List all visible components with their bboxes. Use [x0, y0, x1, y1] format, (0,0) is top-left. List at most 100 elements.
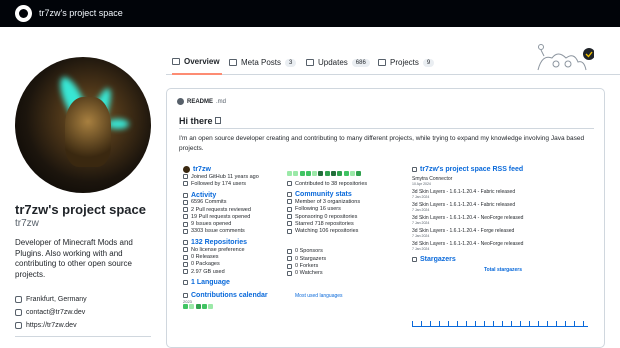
calendar-title: Contributions calendar: [191, 292, 268, 300]
reviews-text: 2 Pull requests reviewed: [191, 206, 251, 213]
table-icon: [229, 59, 237, 66]
code-icon: [183, 280, 188, 286]
mail-icon: [15, 309, 22, 316]
issues-text: 9 Issues opened: [191, 221, 232, 228]
stats-user-name[interactable]: tr7zw: [193, 166, 211, 173]
heart-icon: [287, 248, 292, 254]
activity-row: 6596 Commits: [183, 199, 298, 206]
tab-projects[interactable]: Projects 9: [378, 50, 435, 75]
languages-caption: Most used languages: [295, 292, 343, 299]
calendar-icon: [183, 293, 188, 299]
rss-item[interactable]: 3d Skin Layers - 1.6.1-1.20.4 - Fabric r…: [412, 202, 597, 212]
website-text[interactable]: https://tr7zw.dev: [26, 322, 77, 329]
activity-row: 3303 Issue comments: [183, 228, 298, 235]
rss-item-date: 7 Jan 2024: [412, 208, 430, 212]
rss-item-date: 7 Jan 2024: [412, 234, 430, 238]
tag-icon: [183, 254, 188, 260]
repo-row: 0 Releases: [183, 253, 298, 260]
tab-overview-label: Overview: [184, 57, 220, 66]
site-title[interactable]: tr7zw's project space: [39, 8, 123, 18]
table-icon: [306, 59, 314, 66]
community-row: Starred 718 repositories: [287, 220, 407, 227]
readme-divider: [179, 128, 594, 129]
book-icon: [172, 58, 180, 65]
community-row: Sponsoring 0 repositories: [287, 213, 407, 220]
calendar-heading: Contributions calendar: [183, 292, 298, 299]
watchers-text: 0 Watchers: [295, 270, 323, 277]
rss-item[interactable]: 3d Skin Layers - 1.6.1-1.20.4 - Forge re…: [412, 228, 597, 238]
fork-icon: [287, 263, 292, 269]
community-row: Watching 106 repositories: [287, 227, 407, 234]
avatar[interactable]: [15, 57, 151, 193]
starred-text: Starred 718 repositories: [295, 220, 354, 227]
repositories-title: 132 Repositories: [191, 239, 248, 247]
activity-row: 9 Issues opened: [183, 220, 298, 227]
stargazers-chart: [412, 321, 588, 327]
readme-file-name[interactable]: README: [187, 99, 213, 105]
sponsors-text: 0 Sponsors: [295, 248, 323, 255]
tab-updates-label: Updates: [318, 58, 348, 67]
repo-right-row: 0 Sponsors: [287, 248, 407, 255]
repo-push-icon: [287, 181, 292, 187]
language-heading: 1 Language: [183, 279, 298, 286]
contributed-row: Contributed to 38 repositories: [287, 180, 407, 187]
repo-row: 0 Packages: [183, 261, 298, 268]
joined-row: Joined GitHub 11 years ago: [183, 173, 298, 180]
stats-community-column: Contributed to 38 repositories Community…: [287, 166, 407, 299]
tab-meta-posts-label: Meta Posts: [241, 58, 282, 67]
tab-overview[interactable]: Overview: [172, 50, 222, 75]
rss-feed-column: tr7zw's project space RSS feed Smytra Co…: [412, 166, 597, 327]
readme-heading: Hi there: [179, 116, 222, 126]
rss-item[interactable]: Smytra Connector 10 Apr 2024: [412, 176, 597, 186]
storage-text: 2.97 GB used: [191, 268, 225, 275]
github-logo-icon[interactable]: [15, 5, 32, 22]
total-stargazers-caption: Total stargazers: [484, 267, 522, 273]
community-row: Following 16 users: [287, 206, 407, 213]
email-link[interactable]: contact@tr7zw.dev: [15, 309, 85, 316]
tab-updates[interactable]: Updates 686: [306, 50, 370, 75]
stats-user-column: tr7zw Joined GitHub 11 years ago Followe…: [183, 166, 298, 311]
activity-row: 19 Pull requests opened: [183, 213, 298, 220]
profile-login: tr7zw: [15, 218, 39, 229]
pull-request-icon: [183, 214, 188, 220]
eye-icon: [287, 270, 292, 276]
tab-projects-label: Projects: [390, 58, 419, 67]
repo-icon: [183, 240, 188, 246]
language-title: 1 Language: [191, 279, 230, 287]
rss-item[interactable]: 3d Skin Layers - 1.6.1-1.20.4 - NeoForge…: [412, 241, 597, 251]
activity-title: Activity: [191, 191, 217, 199]
contribution-strip: [287, 166, 407, 180]
activity-row: 2 Pull requests reviewed: [183, 206, 298, 213]
website-link[interactable]: https://tr7zw.dev: [15, 322, 77, 329]
emoji-icon: [215, 117, 222, 124]
clock-icon: [183, 174, 188, 180]
tab-meta-posts-count: 3: [285, 58, 297, 67]
location-icon: [15, 296, 22, 303]
person-add-icon: [287, 206, 292, 212]
repo-row: 2.97 GB used: [183, 268, 298, 275]
email-text[interactable]: contact@tr7zw.dev: [26, 309, 85, 316]
stats-user-heading: tr7zw: [183, 166, 298, 173]
people-icon: [287, 192, 292, 198]
location: Frankfurt, Germany: [15, 296, 87, 303]
rss-item[interactable]: 3d Skin Layers - 1.6.1-1.20.4 - Fabric r…: [412, 189, 597, 199]
repo-right-row: 0 Forkers: [287, 262, 407, 269]
rss-icon: [412, 167, 417, 172]
activity-heading: Activity: [183, 192, 298, 199]
followed-text: Followed by 174 users: [191, 180, 247, 187]
rss-title[interactable]: tr7zw's project space RSS feed: [420, 166, 523, 173]
readme-card: README .md Hi there I'm an open source de…: [166, 88, 605, 348]
sponsoring-text: Sponsoring 0 repositories: [295, 213, 358, 220]
issue-icon: [183, 221, 188, 227]
star-icon: [287, 221, 292, 227]
repo-right-row: 0 Watchers: [287, 270, 407, 277]
review-icon: [183, 207, 188, 213]
tab-updates-count: 686: [351, 58, 370, 67]
tab-meta-posts[interactable]: Meta Posts 3: [229, 50, 297, 75]
community-heading: Community stats: [287, 191, 407, 198]
rss-item[interactable]: 3d Skin Layers - 1.6.1-1.20.4 - NeoForge…: [412, 215, 597, 225]
stargazers-text: 0 Stargazers: [295, 255, 327, 262]
prs-text: 19 Pull requests opened: [191, 213, 251, 220]
octocat-icon: [177, 98, 184, 105]
readme-heading-text: Hi there: [179, 116, 213, 126]
